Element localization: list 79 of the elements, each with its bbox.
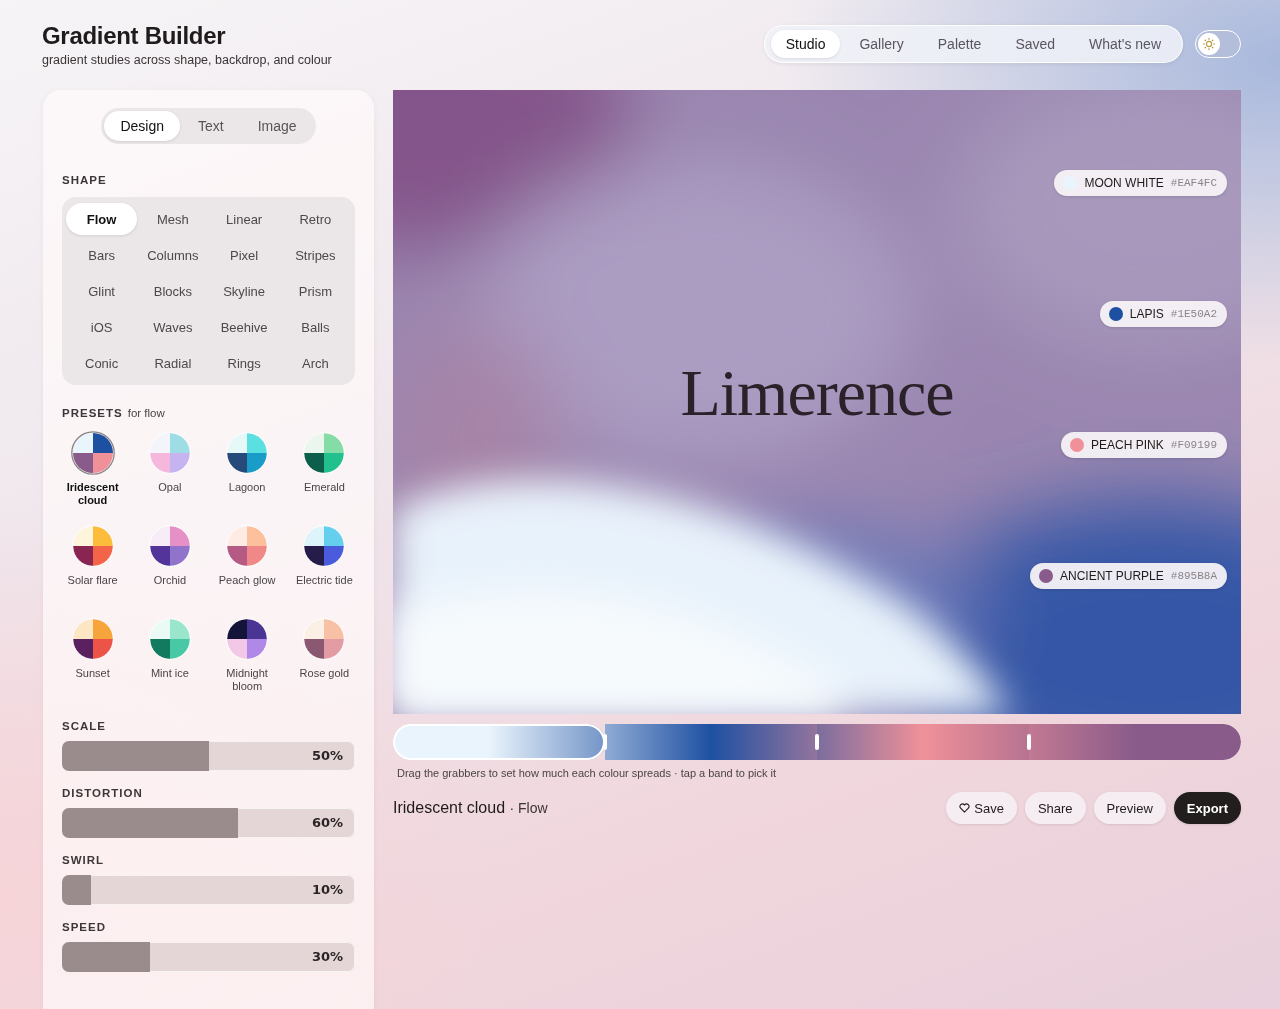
preset-option[interactable]: Rose gold xyxy=(285,617,363,696)
shape-option[interactable]: Blocks xyxy=(137,275,209,307)
colour-chip[interactable]: ANCIENT PURPLE #895B8A xyxy=(1029,563,1227,589)
slider-track[interactable]: 50% xyxy=(62,741,355,771)
slider-label: SCALE xyxy=(62,720,107,732)
app-subtitle: gradient studies across shape, backdrop, and colour xyxy=(42,53,332,67)
slider-value: 30% xyxy=(311,949,343,964)
grabber-handle[interactable] xyxy=(1027,734,1031,750)
slider-track[interactable]: 60% xyxy=(62,808,355,838)
shape-option[interactable]: Radial xyxy=(137,347,209,379)
slider-track[interactable]: 30% xyxy=(62,942,355,972)
preset-option[interactable]: Solar flare xyxy=(54,524,132,603)
colour-chip[interactable]: PEACH PINK #F09199 xyxy=(1061,432,1227,458)
slider-label: SPEED xyxy=(62,921,107,933)
shape-option[interactable]: Stripes xyxy=(279,239,351,271)
shape-option[interactable]: iOS xyxy=(66,311,138,343)
section-label: SHAPE xyxy=(62,174,108,186)
section-suffix: for flow xyxy=(127,407,165,419)
shape-option[interactable]: Retro xyxy=(279,203,351,235)
gradient-name: Iridescent cloud xyxy=(393,799,506,816)
shape-option[interactable]: Prism xyxy=(279,275,351,307)
preset-option[interactable]: Mint ice xyxy=(131,617,209,696)
shape-option[interactable]: Pixel xyxy=(208,239,280,271)
slider-value: 10% xyxy=(311,882,343,897)
slider-value: 60% xyxy=(311,815,343,830)
preview-text: Limerence xyxy=(679,355,955,431)
app-title: Gradient Builder xyxy=(42,22,227,50)
colour-band[interactable] xyxy=(817,724,1029,760)
nav-tab[interactable]: Gallery xyxy=(844,30,919,58)
preset-option[interactable]: Midnight bloom xyxy=(208,617,286,696)
preset-option[interactable]: Orchid xyxy=(131,524,209,603)
grabber-handle[interactable] xyxy=(815,734,819,750)
preset-option[interactable]: Opal xyxy=(131,431,209,510)
shape-option[interactable]: Linear xyxy=(208,203,280,235)
shape-option[interactable]: Columns xyxy=(137,239,209,271)
shape-option[interactable]: Waves xyxy=(137,311,209,343)
shape-option[interactable]: Skyline xyxy=(208,275,280,307)
preset-option[interactable]: Sunset xyxy=(54,617,132,696)
preset-option[interactable]: Peach glow xyxy=(208,524,286,603)
nav-tab[interactable]: Saved xyxy=(1000,30,1071,58)
preset-option[interactable]: Electric tide xyxy=(285,524,363,603)
shape-label: · Flow xyxy=(509,800,548,816)
nav-tab[interactable]: Studio xyxy=(770,30,841,58)
nav-tab[interactable]: Palette xyxy=(922,30,997,58)
action-button[interactable]: Share xyxy=(1024,792,1086,824)
mode-tab[interactable]: Design xyxy=(104,111,180,141)
slider-label: DISTORTION xyxy=(62,787,144,799)
slider-track[interactable]: 10% xyxy=(62,875,355,905)
shape-option[interactable]: Glint xyxy=(66,275,138,307)
slider-value: 50% xyxy=(311,748,343,763)
hint-text: Drag the grabbers to set how much each colour spreads · tap a band to pick it xyxy=(397,767,778,779)
colour-band[interactable] xyxy=(393,724,605,760)
mode-tab[interactable]: Text xyxy=(182,111,240,141)
colour-band[interactable] xyxy=(605,724,817,760)
shape-option[interactable]: Bars xyxy=(66,239,138,271)
colour-chip[interactable]: MOON WHITE #EAF4FC xyxy=(1054,170,1227,196)
grabber-handle[interactable] xyxy=(603,734,607,750)
save-button[interactable]: Save xyxy=(946,792,1017,824)
sun-icon xyxy=(1202,37,1216,51)
shape-option[interactable]: Arch xyxy=(279,347,351,379)
nav-tab[interactable]: What's new xyxy=(1074,30,1176,58)
heart-icon xyxy=(959,803,971,813)
preset-option[interactable]: Iridescent cloud xyxy=(54,431,132,510)
colour-chip[interactable]: LAPIS #1E50A2 xyxy=(1099,301,1227,327)
shape-option[interactable]: Flow xyxy=(66,203,138,235)
shape-option[interactable]: Rings xyxy=(208,347,280,379)
shape-option[interactable]: Conic xyxy=(66,347,138,379)
export-button[interactable]: Export xyxy=(1173,792,1241,824)
preset-option[interactable]: Emerald xyxy=(285,431,363,510)
action-button[interactable]: Preview xyxy=(1093,792,1166,824)
shape-option[interactable]: Balls xyxy=(279,311,351,343)
colour-band[interactable] xyxy=(1029,724,1241,760)
shape-option[interactable]: Mesh xyxy=(137,203,209,235)
slider-label: SWIRL xyxy=(62,854,106,866)
section-label: PRESETS xyxy=(62,407,123,419)
shape-option[interactable]: Beehive xyxy=(208,311,280,343)
preset-option[interactable]: Lagoon xyxy=(208,431,286,510)
theme-toggle[interactable] xyxy=(1195,30,1241,58)
mode-tab[interactable]: Image xyxy=(241,111,313,141)
